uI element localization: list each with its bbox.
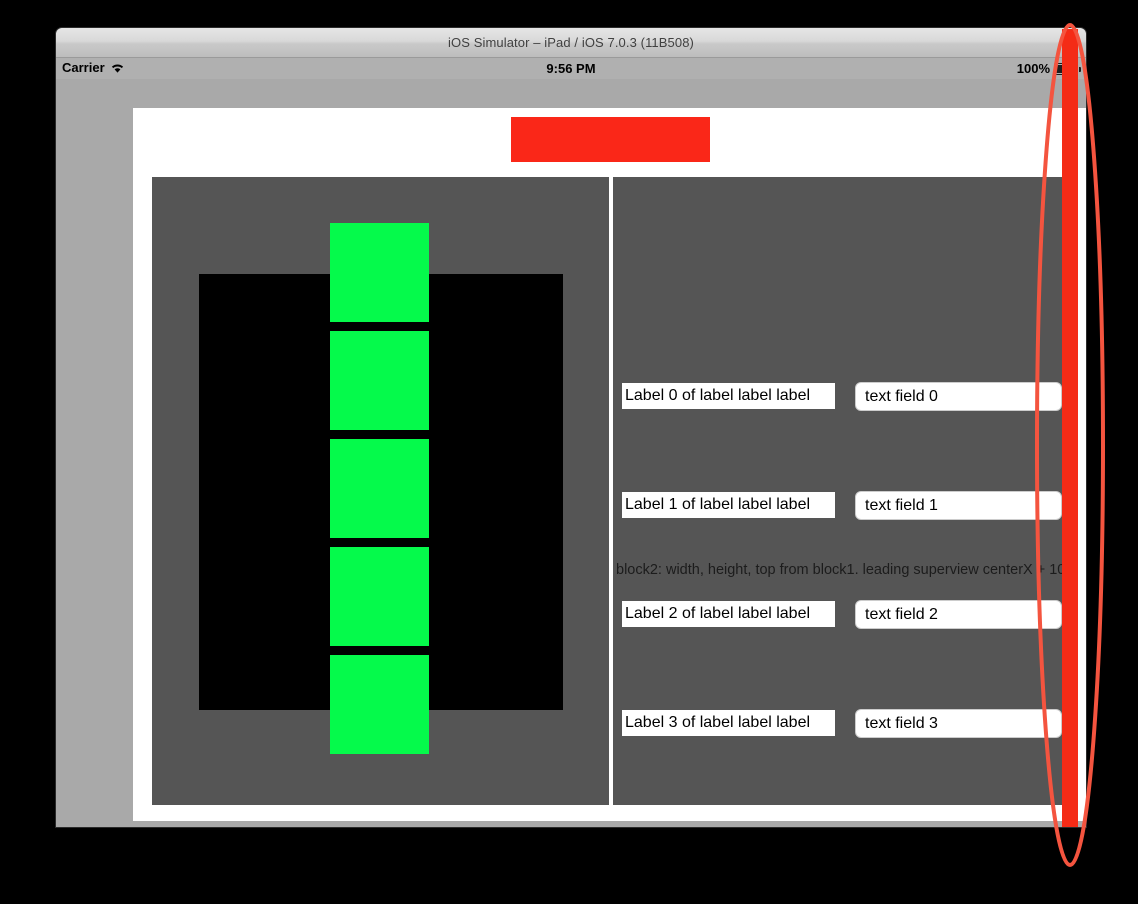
window-title-bar[interactable]: iOS Simulator – iPad / iOS 7.0.3 (11B508… [56, 28, 1086, 58]
field-label-2: Label 2 of label label label [622, 601, 835, 627]
status-bar-time: 9:56 PM [546, 61, 596, 76]
green-block-0 [330, 223, 429, 322]
form-row-0: Label 0 of label label label text field 0 [622, 382, 1069, 411]
constraint-note-label: block2: width, height, top from block1. … [616, 562, 1069, 578]
ios-simulator-window: iOS Simulator – iPad / iOS 7.0.3 (11B508… [56, 28, 1086, 827]
red-banner-view [511, 117, 710, 162]
text-field-2[interactable]: text field 2 [855, 600, 1062, 629]
window-title: iOS Simulator – iPad / iOS 7.0.3 (11B508… [448, 35, 694, 50]
ios-status-bar: Carrier 9:56 PM 100% [56, 58, 1086, 79]
text-field-1[interactable]: text field 1 [855, 491, 1062, 520]
field-label-0: Label 0 of label label label [622, 383, 835, 409]
battery-percent-label: 100% [1016, 61, 1050, 76]
text-field-3[interactable]: text field 3 [855, 709, 1062, 738]
red-edge-stripe [1062, 29, 1078, 827]
field-label-3: Label 3 of label label label [622, 710, 835, 736]
field-label-1: Label 1 of label label label [622, 492, 835, 518]
right-panel: Label 0 of label label label text field 0… [613, 177, 1069, 805]
text-field-0[interactable]: text field 0 [855, 382, 1062, 411]
form-row-2: Label 2 of label label label text field 2 [622, 600, 1069, 629]
green-block-2 [330, 439, 429, 538]
green-block-4 [330, 655, 429, 754]
green-block-3 [330, 547, 429, 646]
left-panel [152, 177, 609, 805]
screenshot-root: iOS Simulator – iPad / iOS 7.0.3 (11B508… [0, 0, 1138, 904]
form-row-3: Label 3 of label label label text field 3 [622, 709, 1069, 738]
green-block-1 [330, 331, 429, 430]
app-screen: Label 0 of label label label text field 0… [133, 108, 1086, 821]
form-row-1: Label 1 of label label label text field 1 [622, 491, 1069, 520]
